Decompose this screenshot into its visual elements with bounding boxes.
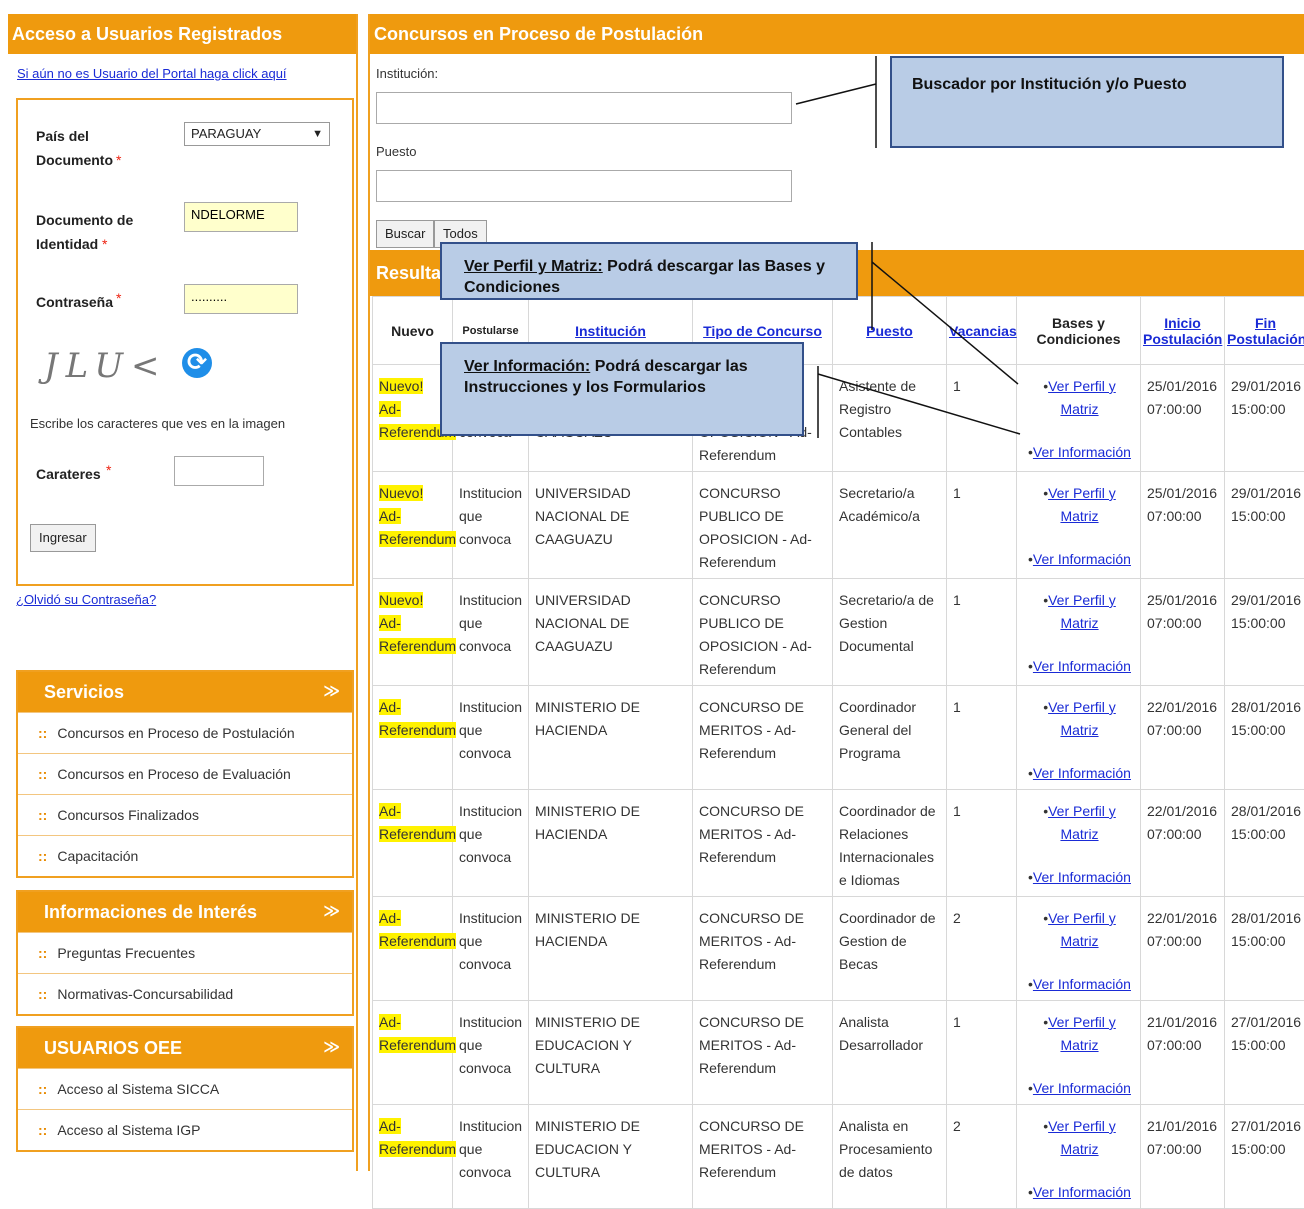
info-callout: Ver Información: Podrá descargar las Ins… (440, 342, 804, 436)
search-callout: Buscador por Institución y/o Puesto (890, 56, 1284, 148)
callout-title: Ver Información: (464, 358, 590, 375)
callout-lines (0, 0, 1304, 1171)
callout-title: Ver Perfil y Matriz: (464, 258, 603, 275)
profile-callout: Ver Perfil y Matriz: Podrá descargar las… (440, 242, 858, 300)
ver-informacion-link[interactable]: Ver Información (1033, 1184, 1131, 1200)
